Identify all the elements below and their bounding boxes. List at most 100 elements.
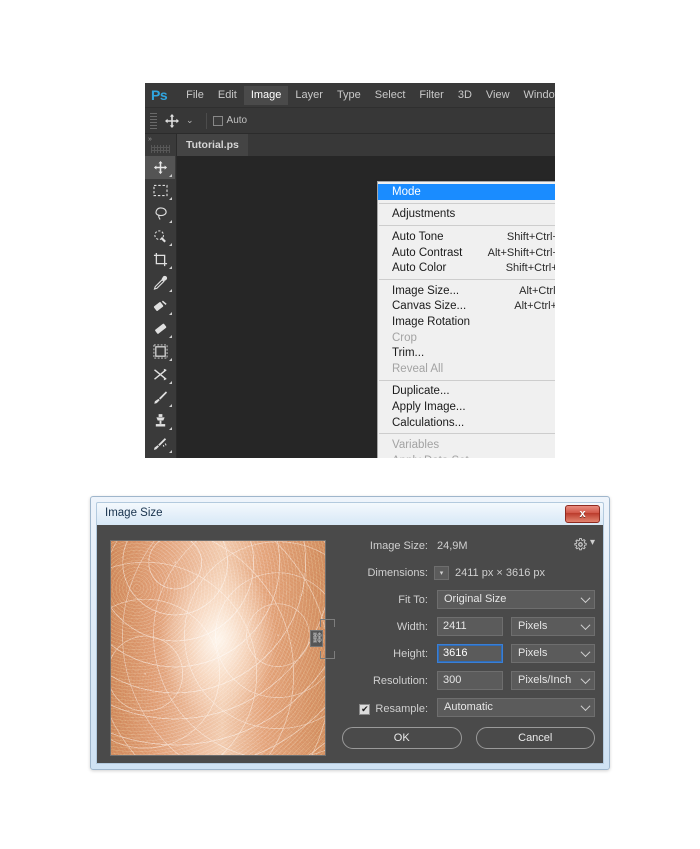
image-menu-item-label: Variables	[392, 439, 553, 451]
options-bar: ⌄ Auto	[145, 108, 555, 134]
move-tool-icon[interactable]	[160, 111, 184, 131]
photoshop-logo: Ps	[151, 87, 167, 104]
image-size-dialog: Image Size x Image Size: 24,9M	[90, 496, 610, 770]
tool-group-indicator	[169, 174, 172, 177]
tool-eraser[interactable]	[145, 455, 175, 458]
image-menu-item-image-size[interactable]: Image Size...Alt+Ctrl+I	[378, 283, 555, 299]
options-bar-grip[interactable]	[150, 113, 157, 129]
menu-view[interactable]: View	[479, 86, 517, 105]
tool-group-indicator	[169, 312, 172, 315]
image-menu-item-label: Calculations...	[392, 417, 555, 429]
chevron-down-icon	[581, 674, 591, 684]
resolution-unit-select[interactable]: Pixels/Inch	[511, 671, 595, 690]
tool-group-indicator	[169, 381, 172, 384]
chevron-down-icon	[581, 701, 591, 711]
tool-clone-stamp[interactable]	[145, 409, 175, 432]
image-menu-item-label: Auto Contrast	[392, 247, 474, 259]
tools-panel-collapse-handle[interactable]: »	[145, 134, 176, 145]
tool-group-indicator	[169, 358, 172, 361]
dialog-fields: Image Size: 24,9M ▾ Dimensions: ▾ 2411 p…	[342, 535, 595, 724]
width-input[interactable]: 2411	[437, 617, 503, 636]
fit-to-select[interactable]: Original Size	[437, 590, 595, 609]
height-input[interactable]: 3616	[437, 644, 503, 663]
image-menu-item-duplicate[interactable]: Duplicate...	[378, 384, 555, 400]
menu-file[interactable]: File	[179, 86, 211, 105]
tool-quick-selection[interactable]	[145, 225, 175, 248]
image-menu-item-label: Reveal All	[392, 363, 555, 375]
tool-lasso[interactable]	[145, 202, 175, 225]
constrain-proportions-control[interactable]: ⛓	[310, 616, 336, 662]
tool-frame[interactable]	[145, 340, 175, 363]
tool-rectangular-marquee[interactable]	[145, 179, 175, 202]
menu-select[interactable]: Select	[368, 86, 413, 105]
gear-icon[interactable]: ▾	[574, 538, 595, 553]
menu-layer[interactable]: Layer	[288, 86, 330, 105]
resample-row: ✔ Resample: Automatic	[342, 697, 595, 718]
menu-3d[interactable]: 3D	[451, 86, 479, 105]
tool-history-brush[interactable]	[145, 432, 175, 455]
resample-label-group: ✔ Resample:	[342, 699, 428, 717]
image-menu-item-label: Apply Data Set...	[392, 455, 555, 458]
document-tab[interactable]: Tutorial.ps	[177, 134, 248, 156]
image-menu-separator	[379, 380, 555, 381]
image-menu-item-auto-color[interactable]: Auto Color Shift+Ctrl+B	[378, 260, 555, 276]
tool-move[interactable]	[145, 156, 175, 179]
tool-spot-healing-brush[interactable]	[145, 294, 175, 317]
image-menu-item-calculations[interactable]: Calculations...	[378, 415, 555, 431]
image-menu-item-shortcut: Alt+Shift+Ctrl+L	[488, 247, 555, 259]
resolution-input[interactable]: 300	[437, 671, 503, 690]
chevron-down-icon[interactable]: ⌄	[186, 115, 194, 126]
image-menu-item-canvas-size[interactable]: Canvas Size...Alt+Ctrl+C	[378, 299, 555, 315]
image-menu-item-adjustments[interactable]: Adjustments	[378, 207, 555, 223]
height-row: Height: 3616 Pixels	[342, 643, 595, 664]
menu-filter[interactable]: Filter	[412, 86, 450, 105]
tool-brush[interactable]	[145, 386, 175, 409]
fit-to-row: Fit To: Original Size	[342, 589, 595, 610]
ok-button[interactable]: OK	[342, 727, 462, 749]
resample-label: Resample:	[375, 703, 428, 715]
image-size-row: Image Size: 24,9M ▾	[342, 535, 595, 556]
tool-patch[interactable]	[145, 317, 175, 340]
tool-group-indicator	[169, 220, 172, 223]
dialog-title-bar[interactable]: Image Size x	[96, 502, 604, 525]
width-unit-select[interactable]: Pixels	[511, 617, 595, 636]
image-menu-item-label: Auto Color	[392, 262, 492, 274]
image-menu-item-auto-tone[interactable]: Auto ToneShift+Ctrl+L	[378, 229, 555, 245]
image-preview[interactable]	[110, 540, 326, 756]
image-menu-item-shortcut: Shift+Ctrl+L	[507, 231, 555, 243]
image-menu-separator	[379, 279, 555, 280]
photoshop-window: Ps File Edit Image Layer Type Select Fil…	[145, 83, 555, 458]
tools-panel-drag-grip[interactable]	[151, 145, 170, 153]
image-menu-item-apply-image[interactable]: Apply Image...	[378, 399, 555, 415]
tool-eyedropper[interactable]	[145, 271, 175, 294]
image-menu-item-shortcut: Shift+Ctrl+B	[506, 262, 555, 274]
image-menu-item-label: Trim...	[392, 347, 555, 359]
tool-shuffle[interactable]	[145, 363, 175, 386]
options-divider	[206, 113, 207, 129]
resample-select[interactable]: Automatic	[437, 698, 595, 717]
menu-edit[interactable]: Edit	[211, 86, 244, 105]
tool-crop[interactable]	[145, 248, 175, 271]
image-menu-item-trim[interactable]: Trim...	[378, 345, 555, 361]
menu-window[interactable]: Window	[517, 86, 555, 105]
dialog-title: Image Size	[105, 507, 163, 519]
menu-type[interactable]: Type	[330, 86, 368, 105]
close-icon[interactable]: x	[565, 505, 600, 523]
resample-value: Automatic	[444, 701, 493, 713]
cancel-button[interactable]: Cancel	[476, 727, 596, 749]
menu-image[interactable]: Image	[244, 86, 289, 105]
dimensions-unit-dropdown[interactable]: ▾	[434, 566, 449, 580]
image-menu-dropdown[interactable]: ModeAdjustmentsAuto ToneShift+Ctrl+LAuto…	[377, 181, 555, 458]
image-menu-item-mode[interactable]: Mode	[378, 184, 555, 200]
image-menu-item-shortcut: Alt+Ctrl+I	[519, 285, 555, 297]
height-unit-select[interactable]: Pixels	[511, 644, 595, 663]
chevron-down-icon	[581, 620, 591, 630]
image-menu-item-label: Adjustments	[392, 208, 553, 220]
image-menu-item-image-rotation[interactable]: Image Rotation	[378, 314, 555, 330]
auto-select-checkbox[interactable]	[213, 116, 223, 126]
resolution-row: Resolution: 300 Pixels/Inch	[342, 670, 595, 691]
image-menu-item-variables: Variables	[378, 437, 555, 453]
image-menu-item-auto-contrast[interactable]: Auto Contrast Alt+Shift+Ctrl+L	[378, 245, 555, 261]
resample-checkbox[interactable]: ✔	[359, 704, 370, 715]
link-chain-icon[interactable]: ⛓	[310, 630, 323, 647]
